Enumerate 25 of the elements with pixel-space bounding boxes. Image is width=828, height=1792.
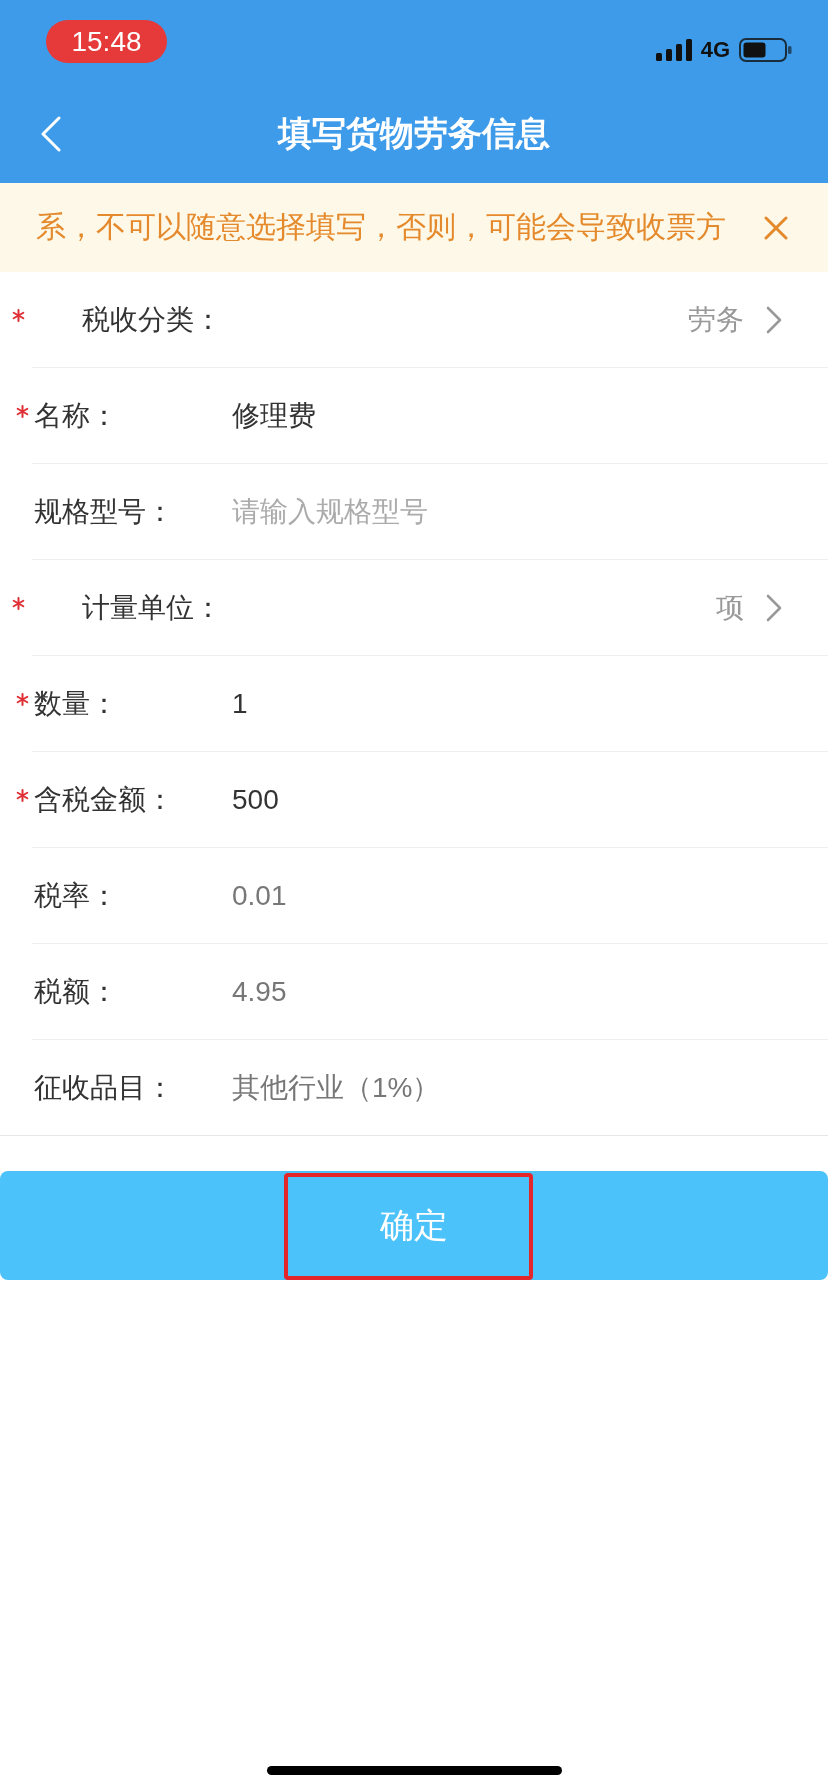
- picker-button[interactable]: 项: [716, 589, 782, 627]
- back-icon[interactable]: [41, 115, 61, 152]
- field-label: 数量：: [34, 687, 119, 721]
- status-time: 15:48: [46, 20, 167, 63]
- field-label: 税额：: [34, 975, 119, 1009]
- battery-icon: [739, 38, 792, 62]
- field-label: 规格型号：: [34, 495, 175, 529]
- input-field[interactable]: 500: [232, 772, 798, 828]
- chevron-right-icon: [766, 306, 782, 334]
- input-field[interactable]: 1: [232, 676, 798, 732]
- field-label: 含税金额：: [34, 783, 175, 817]
- field-label: 征收品目：: [34, 1071, 175, 1105]
- signal-icon: [655, 39, 692, 61]
- network-label: 4G: [700, 37, 730, 63]
- field-label: 税收分类：: [82, 303, 222, 337]
- input-field[interactable]: 请输入规格型号: [232, 484, 798, 540]
- close-icon[interactable]: [764, 215, 788, 240]
- chevron-right-icon: [766, 594, 782, 622]
- field-label: 计量单位：: [82, 591, 222, 625]
- picker-button[interactable]: 劳务: [688, 301, 782, 339]
- field-label: 名称：: [34, 399, 119, 433]
- input-field[interactable]: 修理费: [232, 388, 798, 444]
- field-label: 税率：: [34, 879, 119, 913]
- notice-text: 系，不可以随意选择填写，否则，可能会导致收票方: [36, 209, 727, 245]
- page-title: 填写货物劳务信息: [276, 112, 551, 154]
